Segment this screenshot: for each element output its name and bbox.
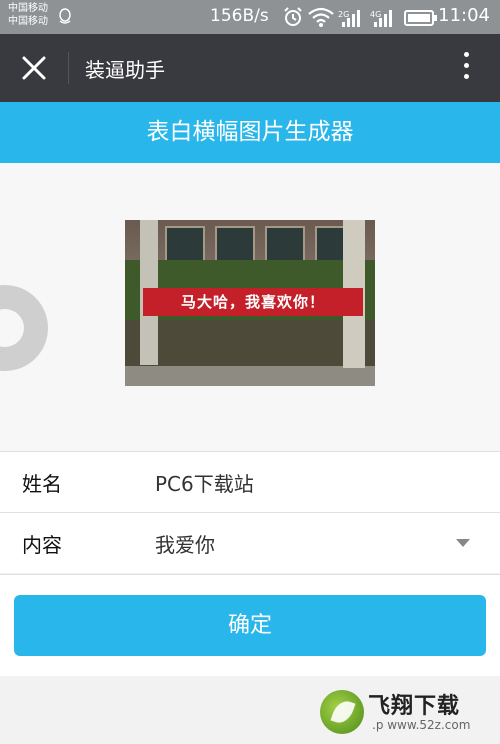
content-row: 内容 我爱你 [0,512,500,573]
wifi-icon [308,7,334,27]
preview-image: 马大哈，我喜欢你！ [125,220,375,386]
carrier-1: 中国移动 [8,3,48,14]
qq-icon [59,8,71,24]
watermark: 飞翔下载 .p www.52z.com [320,688,490,738]
confirm-section: 确定 [0,574,500,676]
banner-text: 马大哈，我喜欢你！ [143,288,363,316]
status-bar: 中国移动 中国移动 156B/s 2G 4G 11:04 [0,0,500,34]
carrier-info: 中国移动 中国移动 [8,2,48,28]
chevron-down-icon[interactable] [456,539,470,547]
preview-area: 马大哈，我喜欢你！ [0,163,500,451]
name-label: 姓名 [22,472,62,496]
watermark-url: .p www.52z.com [372,718,471,732]
name-row: 姓名 PC6下载站 [0,451,500,512]
path [125,366,375,386]
confirm-button[interactable]: 确定 [14,595,486,656]
carrier-2: 中国移动 [8,16,48,27]
alarm-icon [284,7,302,26]
clock: 11:04 [438,5,490,26]
more-vertical-icon[interactable] [462,52,470,84]
network-speed: 156B/s [210,6,269,26]
close-icon[interactable] [20,54,48,82]
content-label: 内容 [22,533,62,557]
content-select[interactable]: 我爱你 [155,529,215,558]
disc-decoration [0,285,48,371]
battery-icon [404,10,437,26]
leaf-logo-icon [320,690,364,734]
signal-icon-2 [374,10,392,27]
watermark-title: 飞翔下载 [368,694,461,719]
title-bar: 装逼助手 [0,34,500,102]
title-divider [68,52,69,84]
page-title: 表白横幅图片生成器 [0,102,500,163]
name-input[interactable]: PC6下载站 [155,468,254,497]
signal-icon-1 [342,10,360,27]
app-title: 装逼助手 [85,58,165,82]
